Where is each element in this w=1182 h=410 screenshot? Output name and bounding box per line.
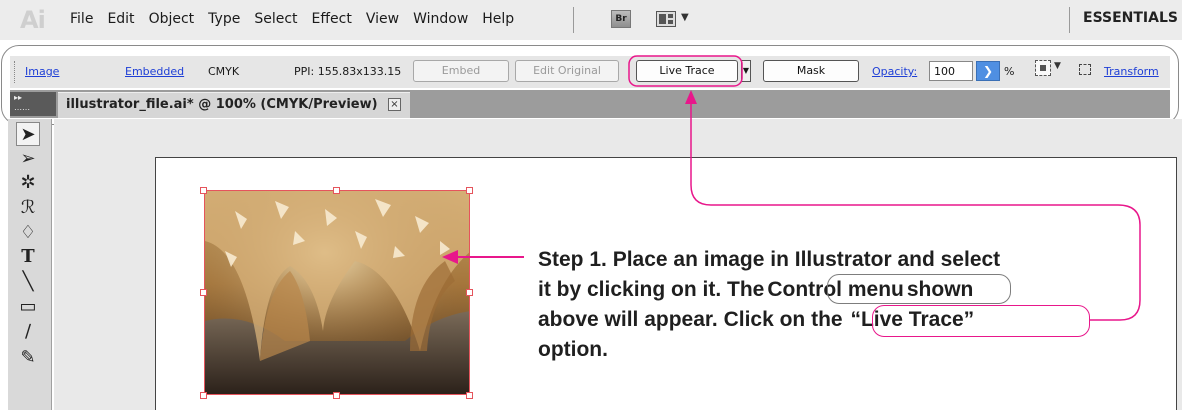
selection-handle[interactable] bbox=[466, 187, 473, 194]
instruction-line-2: it by clicking on it. The Control menu sho… bbox=[538, 275, 1138, 305]
menu-select[interactable]: Select bbox=[254, 11, 297, 27]
arrange-documents-button[interactable]: ▼ bbox=[656, 9, 698, 29]
panel-grip[interactable] bbox=[14, 61, 18, 83]
type-tool-icon[interactable]: T bbox=[16, 245, 40, 269]
edit-original-button[interactable]: Edit Original bbox=[515, 60, 619, 82]
image-link[interactable]: Image bbox=[25, 65, 59, 78]
placed-image[interactable] bbox=[204, 190, 470, 395]
pen-tool-icon[interactable]: ♢ bbox=[16, 221, 40, 245]
opacity-input[interactable] bbox=[929, 61, 973, 81]
selection-handle[interactable] bbox=[200, 187, 207, 194]
main-menu: File Edit Object Type Select Effect View… bbox=[70, 11, 528, 27]
instruction-text: above will appear. Click on the bbox=[538, 308, 843, 331]
menu-bar: Ai File Edit Object Type Select Effect V… bbox=[0, 0, 1182, 40]
step-instruction: Step 1. Place an image in Illustrator an… bbox=[538, 245, 1138, 365]
menu-help[interactable]: Help bbox=[482, 11, 514, 27]
menu-view[interactable]: View bbox=[366, 11, 399, 27]
embedded-link[interactable]: Embedded bbox=[125, 65, 184, 78]
menu-effect[interactable]: Effect bbox=[312, 11, 352, 27]
align-icon[interactable] bbox=[1076, 61, 1094, 77]
instruction-line-4: option. bbox=[538, 338, 608, 361]
live-trace-button[interactable]: Live Trace bbox=[636, 60, 738, 82]
instruction-line-1: Step 1. Place an image in Illustrator an… bbox=[538, 248, 1001, 271]
bridge-button[interactable]: Br bbox=[611, 10, 631, 28]
color-mode-label: CMYK bbox=[208, 65, 240, 78]
recolor-icon[interactable] bbox=[1035, 60, 1051, 76]
magic-wand-tool-icon[interactable]: ✲ bbox=[16, 171, 40, 195]
opacity-slider-arrow[interactable]: ❯ bbox=[976, 61, 1000, 81]
document-tab-title: illustrator_file.ai* @ 100% (CMYK/Previe… bbox=[66, 97, 378, 112]
menu-type[interactable]: Type bbox=[208, 11, 240, 27]
opacity-label[interactable]: Opacity: bbox=[872, 65, 917, 78]
menu-object[interactable]: Object bbox=[149, 11, 195, 27]
selection-tool-icon[interactable]: ➤ bbox=[16, 122, 40, 146]
instruction-line-3: above will appear. Click on the “Live Tr… bbox=[538, 305, 1138, 335]
menu-file[interactable]: File bbox=[70, 11, 93, 27]
selection-handle[interactable] bbox=[200, 392, 207, 399]
embed-button[interactable]: Embed bbox=[413, 60, 509, 82]
percent-sign: % bbox=[1004, 65, 1015, 78]
selection-handle[interactable] bbox=[333, 392, 340, 399]
pencil-tool-icon[interactable]: ✎ bbox=[16, 346, 40, 370]
ppi-readout: PPI: 155.83x133.15 bbox=[294, 65, 402, 78]
control-menu-highlight: Control menu bbox=[767, 278, 904, 301]
menu-edit[interactable]: Edit bbox=[107, 11, 134, 27]
live-trace-options-dropdown[interactable]: ▼ bbox=[741, 60, 751, 82]
workspace-separator bbox=[1069, 7, 1070, 33]
menu-window[interactable]: Window bbox=[413, 11, 468, 27]
live-trace-highlight: “Live Trace” bbox=[850, 308, 975, 331]
close-tab-icon[interactable]: × bbox=[388, 98, 401, 111]
instruction-text: shown bbox=[906, 278, 974, 301]
selection-handle[interactable] bbox=[200, 289, 207, 296]
mask-button[interactable]: Mask bbox=[763, 60, 859, 82]
menu-separator bbox=[573, 7, 574, 33]
instruction-text: it by clicking on it. The bbox=[538, 278, 765, 301]
workspace-switcher[interactable]: ESSENTIALS bbox=[1083, 10, 1178, 26]
rectangle-tool-icon[interactable]: ▭ bbox=[16, 295, 40, 319]
illustrator-logo: Ai bbox=[20, 6, 46, 34]
collapse-panels-icon[interactable]: ▸▸ ⋯⋯ bbox=[10, 92, 56, 116]
paintbrush-tool-icon[interactable]: ∕ bbox=[16, 320, 40, 344]
selection-handle[interactable] bbox=[333, 187, 340, 194]
pavilion-photo bbox=[205, 191, 469, 394]
arrange-documents-icon bbox=[656, 11, 676, 27]
transform-link[interactable]: Transform bbox=[1104, 65, 1159, 78]
chevron-down-icon[interactable]: ▼ bbox=[1054, 61, 1061, 71]
direct-selection-tool-icon[interactable]: ➢ bbox=[16, 147, 40, 171]
selection-handle[interactable] bbox=[466, 392, 473, 399]
line-tool-icon[interactable]: ╲ bbox=[16, 270, 40, 294]
chevron-down-icon: ▼ bbox=[681, 12, 689, 23]
lasso-tool-icon[interactable]: ℛ bbox=[16, 196, 40, 220]
selection-handle[interactable] bbox=[466, 289, 473, 296]
